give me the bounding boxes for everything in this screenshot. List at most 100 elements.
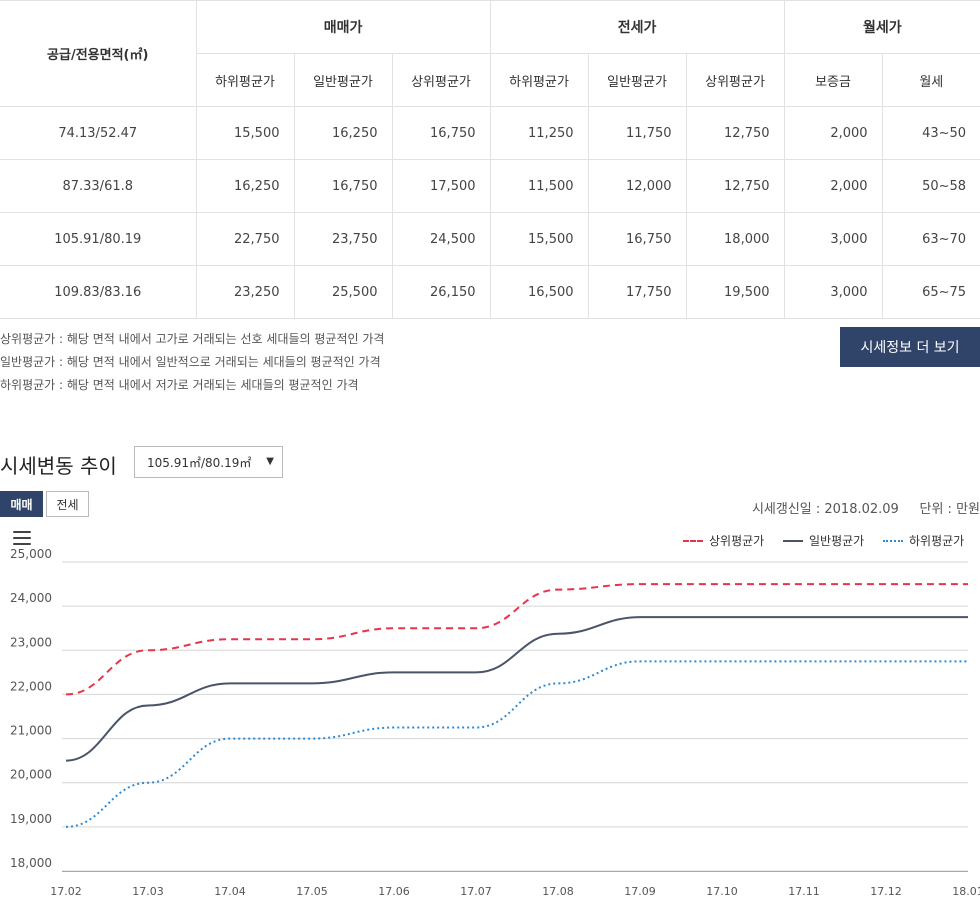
hamburger-menu-icon[interactable] <box>13 531 31 545</box>
x-tick-label: 17.02 <box>50 885 82 898</box>
series-line <box>65 583 968 696</box>
price-cell: 2,000 <box>783 106 883 160</box>
table-row: 87.33/61.8 16,250 16,750 17,500 11,500 1… <box>0 159 980 213</box>
update-date: 시세갱신일 : 2018.02.09 <box>751 502 899 517</box>
series-line <box>65 616 968 762</box>
x-tick-label: 17.03 <box>132 885 164 898</box>
price-cell: 65~75 <box>881 265 980 319</box>
caret-down-icon: ▼ <box>266 456 274 467</box>
legend-item[interactable]: 상위평균가 <box>683 532 764 549</box>
x-tick-label: 17.07 <box>460 885 492 898</box>
price-notes: 상위평균가 : 해당 면적 내에서 고가로 거래되는 선호 세대들의 평균적인 … <box>0 328 384 397</box>
x-tick-label: 17.11 <box>788 885 820 898</box>
price-cell: 15,500 <box>195 106 295 160</box>
price-cell: 43~50 <box>881 106 980 160</box>
price-cell: 50~58 <box>881 159 980 213</box>
table-row: 109.83/83.16 23,250 25,500 26,150 16,500… <box>0 265 980 319</box>
sub-header: 보증금 <box>783 53 883 107</box>
sub-header: 일반평균가 <box>293 53 393 107</box>
area-cell: 74.13/52.47 <box>0 106 197 160</box>
price-trend-chart: 25,000 24,000 23,000 22,000 21,000 20,000 19,0… <box>10 547 980 898</box>
price-cell: 25,500 <box>293 265 393 319</box>
price-cell: 22,750 <box>195 212 295 266</box>
price-cell: 16,750 <box>293 159 393 213</box>
x-tick-label: 17.08 <box>542 885 574 898</box>
area-header: 공급/전용면적(㎡) <box>0 0 197 107</box>
price-cell: 16,500 <box>489 265 589 319</box>
price-cell: 19,500 <box>685 265 785 319</box>
x-tick-label: 17.12 <box>870 885 902 898</box>
sub-header: 월세 <box>881 53 980 107</box>
area-cell: 109.83/83.16 <box>0 265 197 319</box>
price-cell: 16,250 <box>293 106 393 160</box>
group-header-monthly: 월세가 <box>783 0 980 54</box>
price-cell: 63~70 <box>881 212 980 266</box>
legend-swatch <box>883 539 903 542</box>
price-cell: 3,000 <box>783 265 883 319</box>
price-cell: 12,750 <box>685 106 785 160</box>
legend-item[interactable]: 하위평균가 <box>883 532 964 549</box>
area-select[interactable]: 105.91㎡/80.19㎡ ▼ <box>134 446 283 478</box>
x-tick-label: 17.05 <box>296 885 328 898</box>
legend-label: 일반평균가 <box>809 534 865 548</box>
price-cell: 12,750 <box>685 159 785 213</box>
price-cell: 16,750 <box>587 212 687 266</box>
price-cell: 17,500 <box>391 159 491 213</box>
price-cell: 23,250 <box>195 265 295 319</box>
note-line: 일반평균가 : 해당 면적 내에서 일반적으로 거래되는 세대들의 평균적인 가… <box>0 355 381 369</box>
price-cell: 12,000 <box>587 159 687 213</box>
area-select-value: 105.91㎡/80.19㎡ <box>147 455 252 470</box>
series-line <box>65 660 968 828</box>
note-line: 상위평균가 : 해당 면적 내에서 고가로 거래되는 선호 세대들의 평균적인 … <box>0 332 385 346</box>
price-cell: 15,500 <box>489 212 589 266</box>
price-cell: 24,500 <box>391 212 491 266</box>
price-table: 공급/전용면적(㎡) 매매가 전세가 월세가 하위평균가 일반평균가 상위평균가… <box>0 0 980 319</box>
x-tick-label: 17.10 <box>706 885 738 898</box>
sub-header: 상위평균가 <box>391 53 491 107</box>
y-tick-label: 19,000 <box>10 812 52 826</box>
trend-title: 시세변동 추이 <box>0 454 117 478</box>
sub-header: 하위평균가 <box>196 53 295 107</box>
y-tick-label: 22,000 <box>10 679 52 693</box>
y-tick-label: 21,000 <box>10 724 52 738</box>
tab-jeonse[interactable]: 전세 <box>46 491 89 517</box>
table-row: 105.91/80.19 22,750 23,750 24,500 15,500… <box>0 212 980 266</box>
legend-label: 상위평균가 <box>709 534 765 548</box>
note-line: 하위평균가 : 해당 면적 내에서 저가로 거래되는 세대들의 평균적인 가격 <box>0 378 359 392</box>
update-info: 시세갱신일 : 2018.02.09 단위 : 만원 <box>752 498 980 517</box>
area-cell: 105.91/80.19 <box>0 212 197 266</box>
y-tick-label: 18,000 <box>10 856 52 870</box>
price-cell: 3,000 <box>783 212 883 266</box>
area-cell: 87.33/61.8 <box>0 159 197 213</box>
sub-header: 상위평균가 <box>685 53 785 107</box>
more-price-info-button[interactable]: 시세정보 더 보기 <box>840 327 980 367</box>
y-tick-label: 24,000 <box>10 591 52 605</box>
price-cell: 17,750 <box>587 265 687 319</box>
price-cell: 16,750 <box>391 106 491 160</box>
group-header-jeonse: 전세가 <box>489 0 785 54</box>
y-tick-label: 20,000 <box>10 768 52 782</box>
price-cell: 23,750 <box>293 212 393 266</box>
x-tick-label: 17.06 <box>378 885 410 898</box>
price-cell: 2,000 <box>783 159 883 213</box>
price-cell: 11,250 <box>489 106 589 160</box>
legend-swatch <box>783 539 803 542</box>
y-tick-label: 25,000 <box>10 547 52 561</box>
legend-item[interactable]: 일반평균가 <box>783 532 864 549</box>
x-tick-label: 17.09 <box>624 885 656 898</box>
price-cell: 16,250 <box>195 159 295 213</box>
sub-header: 일반평균가 <box>587 53 687 107</box>
price-cell: 18,000 <box>685 212 785 266</box>
y-tick-label: 23,000 <box>10 635 52 649</box>
sub-header: 하위평균가 <box>489 53 589 107</box>
legend-label: 하위평균가 <box>909 534 965 548</box>
tab-sale[interactable]: 매매 <box>0 491 43 517</box>
x-tick-label: 18.01 <box>952 885 980 898</box>
table-row: 74.13/52.47 15,500 16,250 16,750 11,250 … <box>0 106 980 160</box>
legend-swatch <box>683 539 703 542</box>
x-tick-label: 17.04 <box>214 885 246 898</box>
price-cell: 26,150 <box>391 265 491 319</box>
price-cell: 11,500 <box>489 159 589 213</box>
price-cell: 11,750 <box>587 106 687 160</box>
unit-label: 단위 : 만원 <box>919 502 980 517</box>
